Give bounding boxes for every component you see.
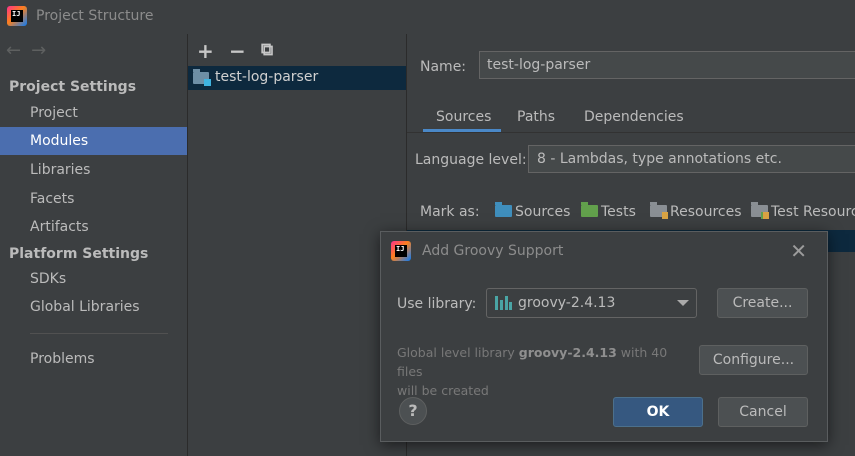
- sidebar-item-libraries[interactable]: Libraries: [0, 156, 187, 184]
- test-resources-folder-icon: [751, 202, 769, 219]
- info-library: groovy-2.4.13: [518, 345, 617, 360]
- mark-sources-button[interactable]: Sources: [495, 202, 571, 220]
- sources-folder-icon: [495, 202, 512, 217]
- module-name-input[interactable]: test-log-parser: [479, 51, 855, 79]
- library-select[interactable]: groovy-2.4.13: [486, 288, 697, 318]
- module-row[interactable]: test-log-parser: [188, 66, 406, 90]
- sidebar-item-artifacts[interactable]: Artifacts: [0, 213, 187, 241]
- language-level-select[interactable]: 8 - Lambdas, type annotations etc.: [528, 145, 855, 173]
- name-label: Name:: [420, 59, 467, 75]
- remove-icon[interactable]: −: [229, 39, 246, 63]
- library-info-text: Global level library groovy-2.4.13 with …: [397, 343, 682, 400]
- mark-tests-button[interactable]: Tests: [581, 202, 636, 220]
- mark-resources-label: Resources: [670, 204, 742, 220]
- info-prefix: Global level library: [397, 345, 519, 360]
- tab-paths[interactable]: Paths: [517, 109, 555, 125]
- add-icon[interactable]: +: [197, 39, 214, 63]
- add-groovy-support-dialog: IJ Add Groovy Support ✕ Use library: gro…: [380, 231, 828, 442]
- sidebar-item-global-libraries[interactable]: Global Libraries: [0, 293, 187, 321]
- forward-arrow-icon[interactable]: →: [31, 40, 56, 61]
- tab-sources[interactable]: Sources: [436, 109, 491, 125]
- library-icon: [495, 296, 512, 310]
- cancel-button[interactable]: Cancel: [718, 397, 808, 427]
- nav-arrows: ←→: [6, 40, 56, 61]
- sidebar-divider: [30, 333, 168, 334]
- use-library-label: Use library:: [397, 296, 477, 312]
- module-folder-icon: [193, 69, 211, 86]
- language-level-label: Language level:: [415, 152, 527, 168]
- mark-test-resources-label: Test Resourc: [771, 204, 855, 220]
- mark-resources-button[interactable]: Resources: [650, 202, 742, 220]
- sidebar-item-facets[interactable]: Facets: [0, 185, 187, 213]
- module-label: test-log-parser: [215, 69, 319, 85]
- ok-button[interactable]: OK: [613, 397, 703, 427]
- tabs-divider: [407, 132, 855, 133]
- modules-panel: + − ⧉ test-log-parser: [188, 34, 407, 456]
- sidebar-item-project[interactable]: Project: [0, 99, 187, 127]
- mark-sources-label: Sources: [515, 204, 571, 220]
- intellij-dialog-icon: IJ: [391, 241, 411, 261]
- intellij-app-icon: IJ: [7, 6, 27, 26]
- mark-tests-label: Tests: [601, 204, 636, 220]
- configure-button[interactable]: Configure...: [699, 345, 808, 375]
- library-select-value: groovy-2.4.13: [518, 295, 616, 311]
- platform-settings-header: Platform Settings: [9, 246, 149, 262]
- resources-folder-icon: [650, 202, 668, 219]
- tests-folder-icon: [581, 202, 598, 217]
- copy-icon[interactable]: ⧉: [261, 40, 273, 60]
- mark-test-resources-button[interactable]: Test Resourc: [751, 202, 855, 220]
- sidebar-item-problems[interactable]: Problems: [0, 345, 187, 373]
- tab-dependencies[interactable]: Dependencies: [584, 109, 684, 125]
- back-arrow-icon[interactable]: ←: [6, 40, 31, 61]
- dialog-title: Add Groovy Support: [422, 243, 564, 259]
- help-button[interactable]: ?: [399, 397, 427, 425]
- info-line2: will be created: [397, 383, 489, 398]
- create-button[interactable]: Create...: [717, 288, 808, 318]
- settings-sidebar: ←→ Project Settings Project Modules Libr…: [0, 34, 188, 456]
- project-settings-header: Project Settings: [9, 79, 137, 95]
- chevron-down-icon: [677, 300, 689, 306]
- window-title: Project Structure: [36, 8, 154, 24]
- title-bar: IJ Project Structure: [0, 0, 855, 34]
- sidebar-item-sdks[interactable]: SDKs: [0, 265, 187, 293]
- mark-as-label: Mark as:: [420, 204, 480, 220]
- close-icon[interactable]: ✕: [790, 239, 807, 263]
- sidebar-item-modules[interactable]: Modules: [0, 127, 187, 155]
